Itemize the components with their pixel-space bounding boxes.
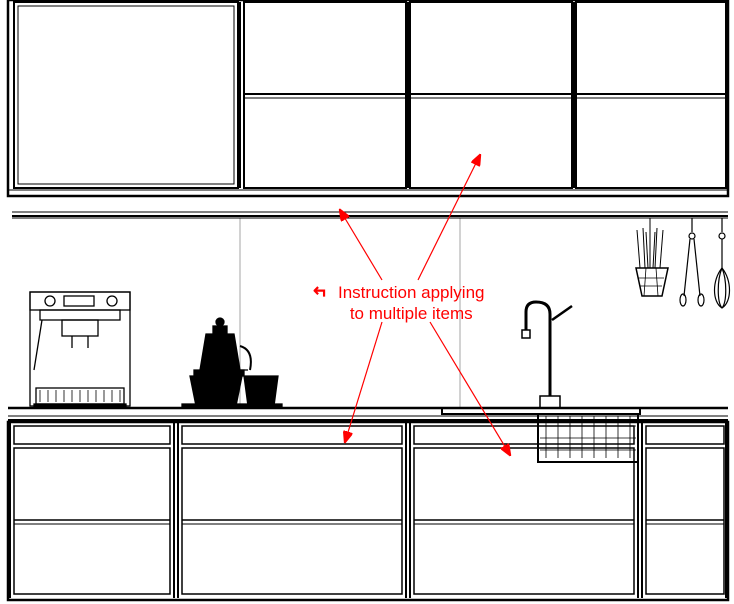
faucet-icon bbox=[522, 302, 572, 408]
espresso-machine-icon bbox=[30, 292, 130, 408]
base-cabinets bbox=[8, 422, 728, 600]
annotation-arrows bbox=[340, 155, 510, 455]
whisk-icon bbox=[715, 218, 730, 308]
undercabinet-rail bbox=[12, 212, 728, 218]
hanging-utensils bbox=[636, 218, 730, 308]
tongs-icon bbox=[680, 218, 704, 306]
sink-and-faucet bbox=[442, 302, 640, 462]
moka-pot-icon bbox=[182, 318, 282, 408]
herb-pot-icon bbox=[636, 218, 668, 296]
kitchen-elevation-drawing bbox=[0, 0, 734, 604]
upper-cabinets bbox=[8, 0, 728, 196]
